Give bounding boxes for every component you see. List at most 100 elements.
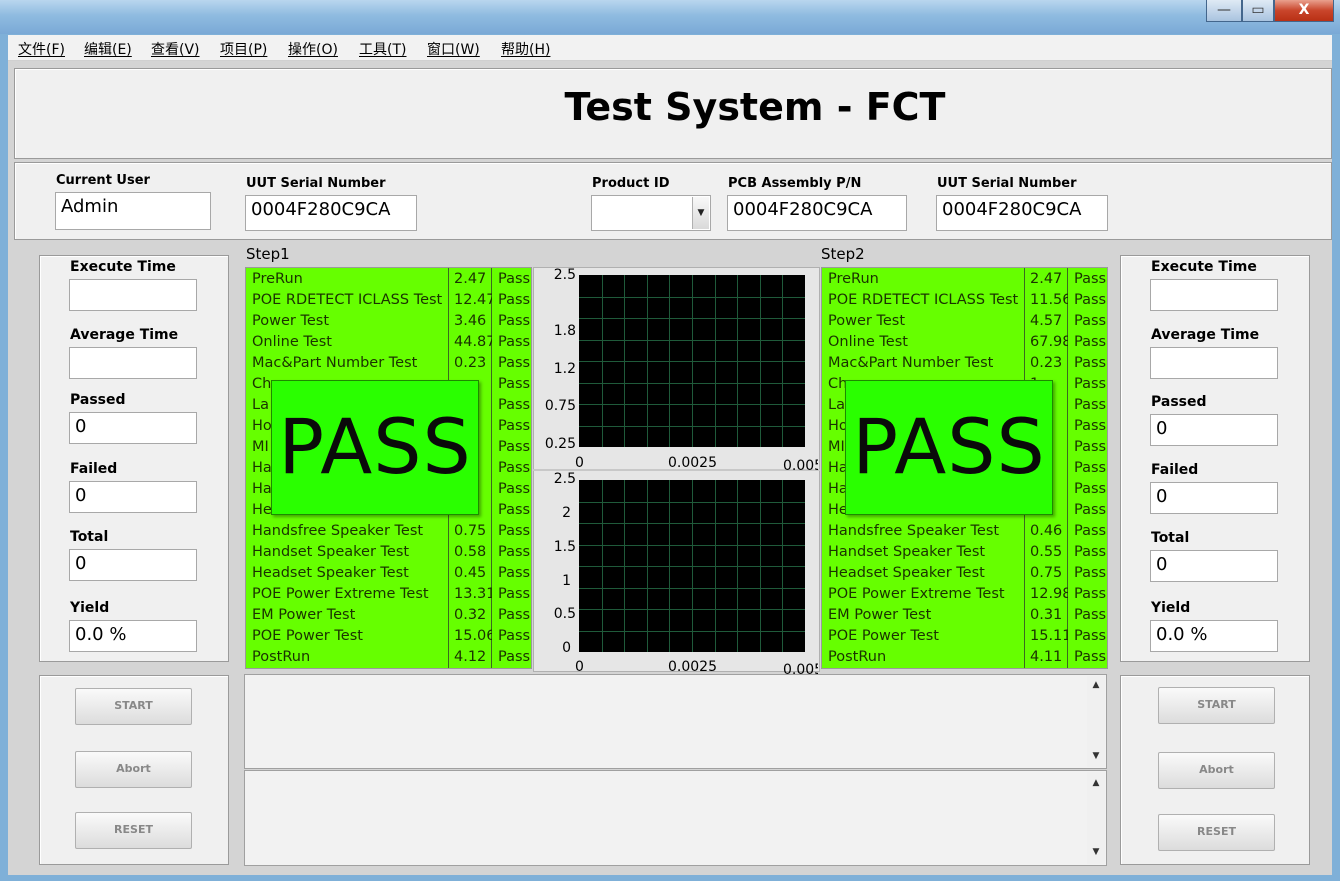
test-row: Mac&Part Number Test 0.23 Pass bbox=[822, 353, 1107, 374]
test-status: Pass bbox=[1074, 376, 1107, 392]
menu-tools[interactable]: 工具(T) bbox=[359, 39, 406, 59]
left-reset-button[interactable]: RESET bbox=[75, 812, 192, 849]
test-status: Pass bbox=[1074, 334, 1107, 350]
pcb-assembly-field[interactable]: 0004F280C9CA bbox=[727, 195, 907, 231]
bottom-x-tick: 0.0025 bbox=[668, 659, 717, 675]
step2-label: Step2 bbox=[821, 245, 865, 263]
uut-serial-field[interactable]: 0004F280C9CA bbox=[245, 195, 417, 231]
test-time: 44.87 bbox=[454, 334, 492, 350]
test-status: Pass bbox=[1074, 649, 1107, 665]
menu-help[interactable]: 帮助(H) bbox=[501, 39, 550, 59]
test-name: Power Test bbox=[828, 313, 906, 329]
right-average-time-field bbox=[1150, 347, 1278, 379]
test-time: 4.12 bbox=[454, 649, 487, 665]
menu-project[interactable]: 项目(P) bbox=[220, 39, 267, 59]
test-name: Power Test bbox=[252, 313, 330, 329]
log-textbox-1[interactable]: ▲ ▼ bbox=[244, 674, 1107, 769]
test-time: 0.31 bbox=[1030, 607, 1063, 623]
bottom-x-tick: 0 bbox=[575, 659, 584, 675]
menu-edit[interactable]: 编辑(E) bbox=[84, 39, 132, 59]
test-time: 0.75 bbox=[454, 523, 487, 539]
close-icon: X bbox=[1298, 2, 1310, 18]
test-row: Headset Speaker Test 0.75 Pass bbox=[822, 563, 1107, 584]
scroll-up-icon[interactable]: ▲ bbox=[1088, 778, 1104, 788]
right-total-label: Total bbox=[1151, 530, 1190, 546]
close-button[interactable]: X bbox=[1274, 0, 1334, 22]
test-name: POE RDETECT ICLASS Test bbox=[252, 292, 443, 308]
test-row: Headset Speaker Test 0.45 Pass bbox=[246, 563, 531, 584]
scroll-down-icon[interactable]: ▼ bbox=[1088, 751, 1104, 761]
left-execute-time-field bbox=[69, 279, 197, 311]
test-name: Handset Speaker Test bbox=[252, 544, 410, 560]
uut-serial-2-label: UUT Serial Number bbox=[937, 176, 1077, 191]
test-row: Power Test 4.57 Pass bbox=[822, 311, 1107, 332]
right-average-time-label: Average Time bbox=[1151, 327, 1260, 343]
test-name: Online Test bbox=[828, 334, 908, 350]
chevron-down-icon[interactable]: ▼ bbox=[692, 197, 709, 229]
left-average-time-label: Average Time bbox=[70, 327, 179, 343]
right-failed-label: Failed bbox=[1151, 462, 1199, 478]
right-reset-button[interactable]: RESET bbox=[1158, 814, 1275, 851]
top-x-tick-clip: 0.005 bbox=[783, 455, 818, 474]
pcb-assembly-label: PCB Assembly P/N bbox=[728, 176, 862, 191]
test-status: Pass bbox=[498, 292, 531, 308]
test-time: 0.75 bbox=[1030, 565, 1063, 581]
bottom-y-tick: 0.5 bbox=[553, 606, 576, 622]
current-user-field[interactable]: Admin bbox=[55, 192, 211, 230]
test-time: 15.06 bbox=[454, 628, 492, 644]
test-status: Pass bbox=[1074, 586, 1107, 602]
left-failed-field: 0 bbox=[69, 481, 197, 513]
test-row: Mac&Part Number Test 0.23 Pass bbox=[246, 353, 531, 374]
maximize-button[interactable]: ▭ bbox=[1242, 0, 1274, 22]
right-yield-label: Yield bbox=[1151, 600, 1191, 616]
left-start-button[interactable]: START bbox=[75, 688, 192, 725]
menu-view[interactable]: 查看(V) bbox=[151, 39, 200, 59]
right-abort-button[interactable]: Abort bbox=[1158, 752, 1275, 789]
test-status: Pass bbox=[498, 649, 531, 665]
menu-operate[interactable]: 操作(O) bbox=[288, 39, 338, 59]
test-name: Handset Speaker Test bbox=[828, 544, 986, 560]
product-id-label: Product ID bbox=[592, 176, 670, 191]
top-y-tick: 2.5 bbox=[553, 267, 576, 283]
scroll-up-icon[interactable]: ▲ bbox=[1088, 680, 1104, 690]
test-status: Pass bbox=[498, 586, 531, 602]
test-time: 0.32 bbox=[454, 607, 487, 623]
test-name: PostRun bbox=[252, 649, 311, 665]
menu-file[interactable]: 文件(F) bbox=[18, 39, 65, 59]
scrollbar[interactable]: ▲ ▼ bbox=[1087, 676, 1105, 767]
scrollbar[interactable]: ▲ ▼ bbox=[1087, 772, 1105, 864]
test-time: 0.55 bbox=[1030, 544, 1063, 560]
test-status: Pass bbox=[1074, 481, 1107, 497]
plot-grid bbox=[579, 275, 805, 447]
test-status: Pass bbox=[1074, 502, 1107, 518]
test-row: Online Test 44.87 Pass bbox=[246, 332, 531, 353]
window-title-bar bbox=[0, 0, 1340, 34]
test-status: Pass bbox=[1074, 355, 1107, 371]
test-row: POE RDETECT ICLASS Test 12.47 Pass bbox=[246, 290, 531, 311]
test-status: Pass bbox=[1074, 628, 1107, 644]
product-id-select[interactable]: ▼ bbox=[591, 195, 711, 231]
test-name: POE Power Test bbox=[252, 628, 363, 644]
right-passed-label: Passed bbox=[1151, 394, 1207, 410]
test-row: POE RDETECT ICLASS Test 11.56 Pass bbox=[822, 290, 1107, 311]
step1-pass-indicator: PASS bbox=[271, 380, 479, 515]
scroll-down-icon[interactable]: ▼ bbox=[1088, 847, 1104, 857]
maximize-icon: ▭ bbox=[1251, 2, 1265, 18]
log-textbox-2[interactable]: ▲ ▼ bbox=[244, 770, 1107, 866]
test-status: Pass bbox=[498, 334, 531, 350]
minimize-button[interactable]: — bbox=[1206, 0, 1242, 22]
test-status: Pass bbox=[498, 502, 531, 518]
header-panel: Test System - FCT bbox=[14, 68, 1332, 159]
left-total-label: Total bbox=[70, 529, 109, 545]
menu-window[interactable]: 窗口(W) bbox=[427, 39, 480, 59]
test-status: Pass bbox=[498, 376, 531, 392]
right-start-button[interactable]: START bbox=[1158, 687, 1275, 724]
right-total-field: 0 bbox=[1150, 550, 1278, 582]
left-abort-button[interactable]: Abort bbox=[75, 751, 192, 788]
test-row: POE Power Extreme Test 13.31 Pass bbox=[246, 584, 531, 605]
test-name: EM Power Test bbox=[252, 607, 356, 623]
right-yield-field: 0.0 % bbox=[1150, 620, 1278, 652]
test-name: PreRun bbox=[252, 271, 303, 287]
test-row: EM Power Test 0.32 Pass bbox=[246, 605, 531, 626]
uut-serial-2-field[interactable]: 0004F280C9CA bbox=[936, 195, 1108, 231]
